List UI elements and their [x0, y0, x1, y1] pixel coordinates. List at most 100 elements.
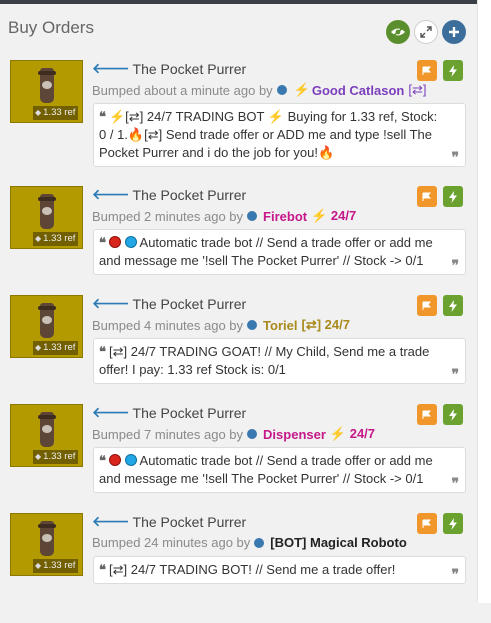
listing-message: ❝ ⚡[⇄] 24/7 TRADING BOT ⚡ Buying for 1.33…	[93, 103, 466, 167]
item-thumbnail[interactable]: ◆ 1.33 ref	[10, 404, 83, 467]
item-name: The Pocket Purrer	[132, 404, 247, 421]
price-tag: ◆ 1.33 ref	[33, 450, 79, 464]
flag-icon	[422, 66, 432, 75]
red-ball-icon	[109, 236, 121, 248]
plus-icon	[449, 27, 459, 37]
online-status-icon	[247, 429, 258, 439]
instant-trade-button[interactable]	[443, 404, 463, 425]
user-suffix: ⚡ 24/7	[329, 426, 376, 441]
item-name: The Pocket Purrer	[132, 60, 247, 77]
arrow-left-icon: 🡐	[92, 295, 130, 311]
tag-icon: ◆	[35, 343, 42, 352]
top-bar	[0, 0, 491, 4]
quote-open-icon: ❝	[99, 109, 106, 124]
instant-trade-button[interactable]	[443, 60, 463, 81]
user-link[interactable]: Firebot	[263, 209, 307, 224]
item-thumbnail[interactable]: ◆ 1.33 ref	[10, 513, 83, 576]
eye-icon	[391, 26, 405, 38]
item-thumbnail[interactable]: ◆ 1.33 ref	[10, 186, 83, 249]
user-suffix: [⇄] 24/7	[301, 317, 350, 332]
online-status-icon	[276, 85, 287, 95]
flag-icon	[422, 192, 432, 201]
add-button[interactable]	[442, 20, 466, 44]
report-button[interactable]	[417, 404, 437, 425]
user-suffix: [⇄]	[408, 82, 427, 97]
lightning-icon	[449, 408, 457, 421]
item-link[interactable]: 🡐 The Pocket Purrer	[92, 60, 246, 77]
item-link[interactable]: 🡐 The Pocket Purrer	[92, 513, 246, 530]
expand-icon	[420, 26, 432, 38]
bump-info: Bumped 7 minutes ago by Dispenser ⚡ 24/7	[92, 426, 375, 442]
message-text: Automatic trade bot // Send a trade offe…	[99, 453, 433, 486]
price-tag: ◆ 1.33 ref	[33, 341, 79, 355]
flag-icon	[422, 410, 432, 419]
listing: ◆ 1.33 ref 🡐 The Pocket Purrer Bumped ab…	[0, 60, 477, 170]
item-link[interactable]: 🡐 The Pocket Purrer	[92, 186, 246, 203]
flag-icon	[422, 519, 432, 528]
report-button[interactable]	[417, 513, 437, 534]
tag-icon: ◆	[35, 108, 42, 117]
message-text: [⇄] 24/7 TRADING BOT! // Send me a trade…	[109, 562, 396, 577]
item-thumbnail[interactable]: ◆ 1.33 ref	[10, 60, 83, 123]
message-text: Automatic trade bot // Send a trade offe…	[99, 235, 433, 268]
price-tag: ◆ 1.33 ref	[33, 559, 79, 573]
item-link[interactable]: 🡐 The Pocket Purrer	[92, 404, 246, 421]
toggle-visibility-button[interactable]	[386, 20, 410, 44]
user-link[interactable]: Toriel	[263, 318, 297, 333]
quote-close-icon: ❞	[451, 257, 459, 273]
instant-trade-button[interactable]	[443, 186, 463, 207]
item-link[interactable]: 🡐 The Pocket Purrer	[92, 295, 246, 312]
lightning-icon	[449, 299, 457, 312]
price-label: 1.33 ref	[43, 451, 76, 462]
user-link[interactable]: [BOT] Magical Roboto	[270, 535, 407, 550]
bump-text: Bumped 2 minutes ago by	[92, 208, 244, 224]
listing: ◆ 1.33 ref 🡐 The Pocket Purrer Bumped 24…	[0, 513, 477, 623]
quote-close-icon: ❞	[451, 366, 459, 382]
price-tag: ◆ 1.33 ref	[33, 106, 79, 120]
item-name: The Pocket Purrer	[132, 513, 247, 530]
report-button[interactable]	[417, 60, 437, 81]
blue-ball-icon	[124, 454, 137, 466]
blue-ball-icon	[124, 236, 137, 248]
report-button[interactable]	[417, 186, 437, 207]
user-link[interactable]: Dispenser	[263, 427, 326, 442]
arrow-left-icon: 🡐	[92, 513, 130, 529]
lightning-icon	[449, 190, 457, 203]
lightning-icon	[449, 64, 457, 77]
message-text: [⇄] 24/7 TRADING GOAT! // My Child, Send…	[99, 344, 430, 377]
price-label: 1.33 ref	[43, 107, 76, 118]
listing-message: ❝ Automatic trade bot // Send a trade of…	[93, 447, 466, 493]
tag-icon: ◆	[35, 561, 42, 570]
item-thumbnail[interactable]: ◆ 1.33 ref	[10, 295, 83, 358]
bump-info: Bumped about a minute ago by ⚡ Good Catl…	[92, 82, 426, 98]
user-prefix: ⚡	[293, 82, 310, 97]
price-tag: ◆ 1.33 ref	[33, 232, 79, 246]
scrollbar[interactable]	[477, 0, 491, 603]
price-label: 1.33 ref	[43, 342, 76, 353]
arrow-left-icon: 🡐	[92, 60, 130, 76]
online-status-icon	[247, 211, 258, 221]
bump-text: Bumped 24 minutes ago by	[92, 535, 251, 550]
flag-icon	[422, 301, 432, 310]
arrow-left-icon: 🡐	[92, 404, 130, 420]
listing-message: ❝ [⇄] 24/7 TRADING BOT! // Send me a trad…	[93, 556, 466, 584]
item-name: The Pocket Purrer	[132, 295, 247, 312]
instant-trade-button[interactable]	[443, 513, 463, 534]
quote-close-icon: ❞	[451, 149, 459, 165]
item-name: The Pocket Purrer	[132, 186, 247, 203]
price-label: 1.33 ref	[43, 233, 76, 244]
user-link[interactable]: Good Catlason	[312, 83, 404, 98]
red-ball-icon	[109, 454, 121, 466]
bump-info: Bumped 2 minutes ago by Firebot ⚡ 24/7	[92, 208, 356, 224]
expand-button[interactable]	[414, 20, 438, 44]
instant-trade-button[interactable]	[443, 295, 463, 316]
report-button[interactable]	[417, 295, 437, 316]
quote-open-icon: ❝	[99, 453, 106, 468]
bump-text: Bumped 4 minutes ago by	[92, 317, 244, 333]
online-status-icon	[254, 537, 265, 548]
quote-open-icon: ❝	[99, 344, 106, 359]
quote-close-icon: ❞	[451, 475, 459, 491]
listing-message: ❝ [⇄] 24/7 TRADING GOAT! // My Child, Sen…	[93, 338, 466, 384]
online-status-icon	[247, 320, 258, 330]
message-text: ⚡[⇄] 24/7 TRADING BOT ⚡ Buying for 1.33 …	[99, 109, 438, 160]
